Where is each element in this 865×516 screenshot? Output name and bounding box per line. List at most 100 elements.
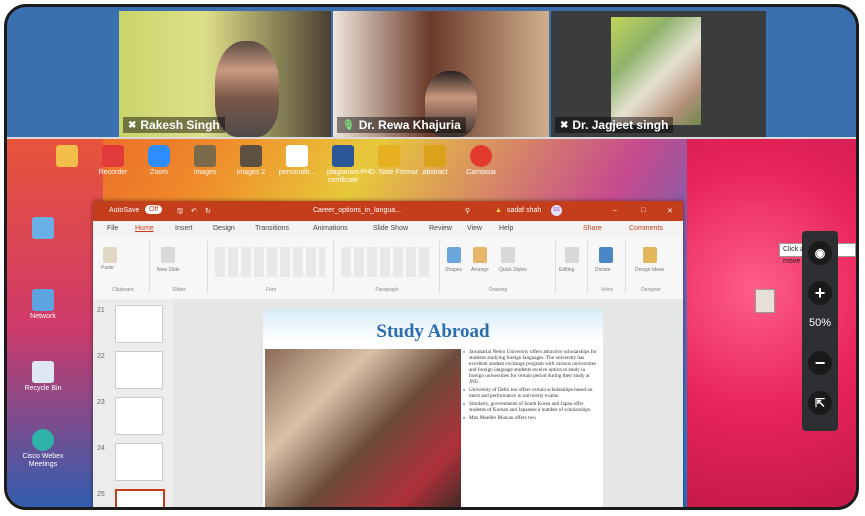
group-label: Slides [172, 287, 186, 293]
dictate-button-label: Dictate [595, 267, 611, 273]
current-slide[interactable]: Study Abroad Jawaharlal Nehru University… [263, 309, 603, 507]
ribbon-group-slides: New Slide Slides [151, 241, 208, 293]
tab-transitions[interactable]: Transitions [255, 225, 289, 232]
participant-tile[interactable]: ✖︎ Dr. Jagjeet singh [551, 11, 766, 137]
zoom-level: 50% [808, 317, 832, 329]
tab-insert[interactable]: Insert [175, 225, 193, 232]
share-button[interactable]: Share [583, 225, 602, 232]
group-label: Paragraph [375, 287, 399, 293]
editing-icon[interactable] [565, 247, 579, 263]
quick-styles-icon[interactable] [501, 247, 515, 263]
zoom-out-button[interactable]: − [808, 351, 832, 375]
tab-review[interactable]: Review [429, 225, 452, 232]
participant-tile[interactable]: 🎙︎ Dr. Rewa Khajuria [333, 11, 549, 137]
word-document-icon [332, 145, 354, 167]
desktop-icon-network[interactable]: Network [13, 289, 73, 321]
slide-editor: Study Abroad Jawaharlal Nehru University… [173, 299, 683, 507]
shapes-button-label: Shapes [445, 267, 462, 273]
folder-icon [32, 217, 54, 239]
new-slide-button-label: New Slide [157, 267, 180, 273]
design-ideas-icon[interactable] [643, 247, 657, 263]
paste-icon[interactable] [103, 247, 117, 263]
desktop-file-icon[interactable] [755, 289, 775, 313]
user-icon [56, 145, 78, 167]
participant-name-label: 🎙︎ Dr. Rewa Khajuria [337, 117, 466, 133]
tab-animations[interactable]: Animations [313, 225, 348, 232]
close-icon[interactable]: ✕ [667, 207, 673, 215]
slide-thumbnail[interactable] [115, 351, 163, 389]
quick-styles-button-label: Quick Styles [499, 267, 527, 273]
desktop-icon-camtasia[interactable]: Camtasia [451, 145, 511, 177]
font-controls[interactable] [215, 247, 325, 277]
slide-thumbnail[interactable] [115, 443, 163, 481]
shared-screen: Recorder Zoom Images images 2 personalit… [7, 139, 856, 507]
search-icon[interactable]: ⚲ [465, 207, 470, 215]
tab-design[interactable]: Design [213, 225, 235, 232]
participant-tile[interactable]: ✖︎ Rakesh Singh [119, 11, 331, 137]
desktop-icon-webex[interactable]: Cisco Webex Meetings [13, 429, 73, 469]
user-avatar[interactable]: SS [551, 205, 562, 216]
save-icon[interactable]: 🖫 [177, 207, 183, 218]
pop-out-icon[interactable]: ⇱ [808, 391, 832, 415]
microphone-icon[interactable] [599, 247, 613, 263]
tab-home[interactable]: Home [135, 225, 154, 232]
zoom-app-icon [148, 145, 170, 167]
tab-slide-show[interactable]: Slide Show [373, 225, 408, 232]
tab-view[interactable]: View [467, 225, 482, 232]
arrange-button-label: Arrange [471, 267, 489, 273]
slide-number: 25 [97, 491, 105, 498]
zoom-in-button[interactable]: + [808, 281, 832, 305]
mic-muted-icon: ✖︎ [128, 119, 137, 131]
slide-number: 22 [97, 353, 105, 360]
user-name[interactable]: sadaf shah [507, 207, 541, 214]
ribbon-group-editing: Editing [557, 241, 588, 293]
bullet-item: Similarly, governments of South Korea an… [463, 401, 601, 413]
zoom-control-panel: ◉ + 50% − ⇱ [802, 231, 838, 431]
slide-title: Study Abroad [376, 321, 490, 342]
folder-icon [240, 145, 262, 167]
editing-button-label: Editing [559, 267, 575, 273]
redo-icon[interactable]: ↻ [205, 207, 211, 215]
ribbon-group-font: Font [209, 241, 334, 293]
camera-icon[interactable]: ◉ [808, 241, 832, 265]
undo-icon[interactable]: ↶ [191, 207, 197, 215]
group-label: Designer [640, 287, 661, 293]
ribbon-tabs: File Home Insert Design Transitions Anim… [93, 221, 683, 237]
tab-file[interactable]: File [107, 225, 118, 232]
bullet-item: University of Delhi too offers certain s… [463, 387, 601, 399]
slide-number: 23 [97, 399, 105, 406]
file-title: Career_options_in_langua... [313, 207, 401, 214]
comments-button[interactable]: Comments [629, 225, 663, 232]
participant-name-label: ✖︎ Dr. Jagjeet singh [555, 117, 674, 133]
slide-thumbnail[interactable] [115, 305, 163, 343]
paragraph-controls[interactable] [341, 247, 431, 277]
slide-number: 24 [97, 445, 105, 452]
slide-thumbnail-selected[interactable] [115, 489, 165, 507]
shapes-icon[interactable] [447, 247, 461, 263]
slide-thumbnail[interactable] [115, 397, 163, 435]
powerpoint-window[interactable]: AutoSave Off 🖫 ↶ ↻ Career_options_in_lan… [93, 201, 683, 507]
arrange-icon[interactable] [473, 247, 487, 263]
archive-icon [378, 145, 400, 167]
ribbon: Paste Clipboard New Slide Slides Font Pa… [93, 237, 683, 300]
tab-help[interactable]: Help [499, 225, 513, 232]
title-bar: AutoSave Off 🖫 ↶ ↻ Career_options_in_lan… [93, 201, 683, 221]
slide-thumbnail-pane: 21 22 23 24 25 [93, 299, 173, 507]
maximize-icon[interactable]: □ [641, 207, 645, 214]
group-label: Drawing [488, 287, 508, 293]
desktop-icon-recycle-bin[interactable]: Recycle Bin [13, 361, 73, 393]
slide-number: 21 [97, 307, 105, 314]
bullet-item: Jawaharlal Nehru University offers attra… [463, 349, 601, 385]
new-slide-icon[interactable] [161, 247, 175, 263]
mic-active-icon: 🎙︎ [342, 119, 355, 131]
minimize-icon[interactable]: – [613, 207, 617, 214]
paste-button-label: Paste [101, 265, 114, 271]
participant-name-label: ✖︎ Rakesh Singh [123, 117, 225, 133]
warning-icon: ▲ [495, 207, 502, 214]
group-label: Clipboard [112, 287, 134, 293]
folder-icon [194, 145, 216, 167]
autosave-toggle[interactable]: Off [145, 205, 163, 214]
ribbon-group-drawing: Shapes Arrange Quick Styles Drawing [441, 241, 556, 293]
desktop-icon-left-1[interactable] [13, 217, 73, 241]
autosave-label: AutoSave [109, 207, 140, 214]
